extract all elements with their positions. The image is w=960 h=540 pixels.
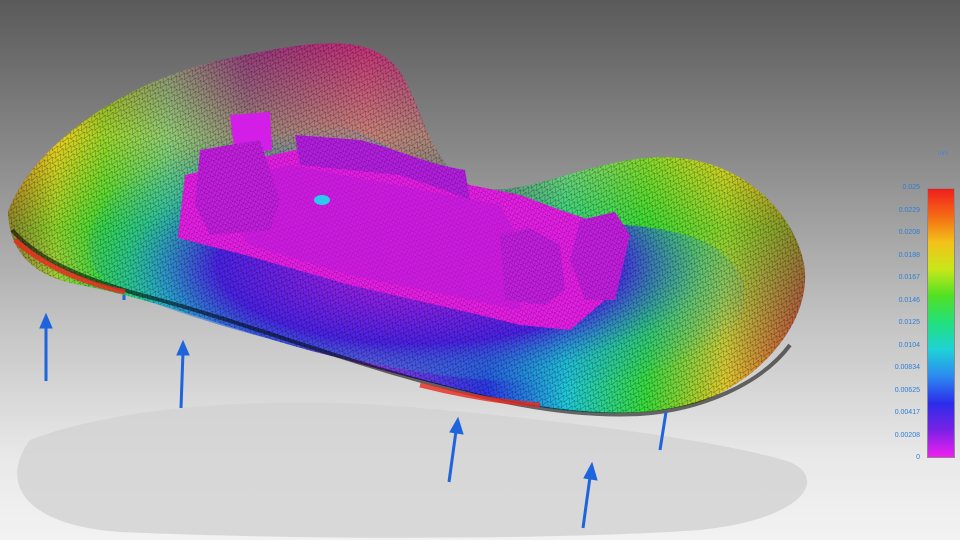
legend-tick: 0.00417	[894, 409, 920, 416]
legend-tick: 0.0229	[898, 206, 920, 214]
legend-tick: 0.00834	[894, 364, 920, 371]
legend-tick: 0.00208	[894, 431, 920, 439]
model-canvas[interactable]	[0, 0, 960, 540]
legend-tick: 0.0125	[898, 319, 920, 326]
legend-tick: 0.0167	[898, 274, 920, 281]
color-legend-bar	[927, 188, 955, 458]
floor-shadow	[17, 402, 808, 538]
legend-tick-labels: 0.025 0.0229 0.0208 0.0188 0.0167 0.0146…	[880, 184, 920, 461]
legend-tick: 0	[916, 454, 920, 461]
legend-unit-label: mm	[938, 151, 948, 157]
legend-tick: 0.0146	[898, 296, 920, 304]
legend-tick: 0.0188	[898, 251, 920, 259]
legend-tick: 0.025	[902, 184, 920, 191]
legend-tick: 0.0104	[898, 341, 920, 349]
3d-viewport[interactable]	[0, 0, 960, 540]
legend-tick: 0.0208	[898, 229, 920, 236]
legend-tick: 0.00625	[894, 386, 920, 394]
